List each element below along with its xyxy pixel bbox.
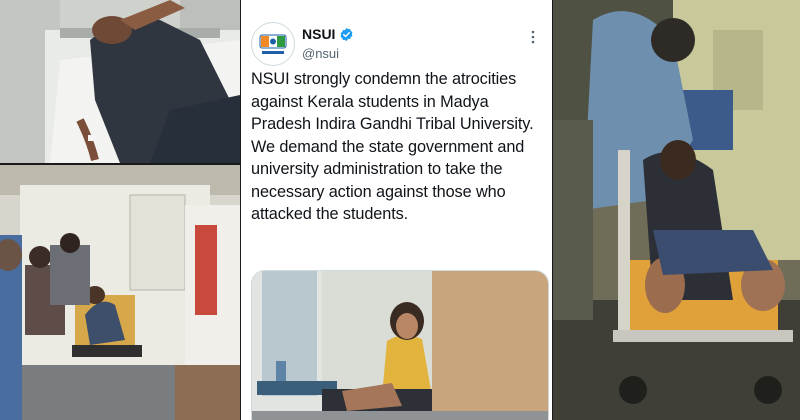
tweet-text: NSUI strongly condemn the atrocities aga… — [251, 70, 534, 223]
tweet-media-image[interactable] — [251, 270, 549, 420]
verified-badge-icon — [339, 27, 354, 42]
tweet-header: NSUI @nsui — [251, 20, 542, 66]
photo-patient-on-bed — [0, 0, 240, 163]
display-name[interactable]: NSUI — [302, 26, 335, 42]
photo-stretcher-with-attendant — [553, 0, 800, 420]
more-options-icon[interactable] — [524, 28, 542, 46]
photo-ambulance-stretcher — [0, 165, 240, 420]
nsui-logo-icon — [253, 24, 293, 64]
tweet-card: NSUI @nsui NSUI strongly condemn the atr… — [241, 0, 552, 420]
user-handle[interactable]: @nsui — [302, 46, 339, 61]
avatar[interactable] — [251, 22, 295, 66]
